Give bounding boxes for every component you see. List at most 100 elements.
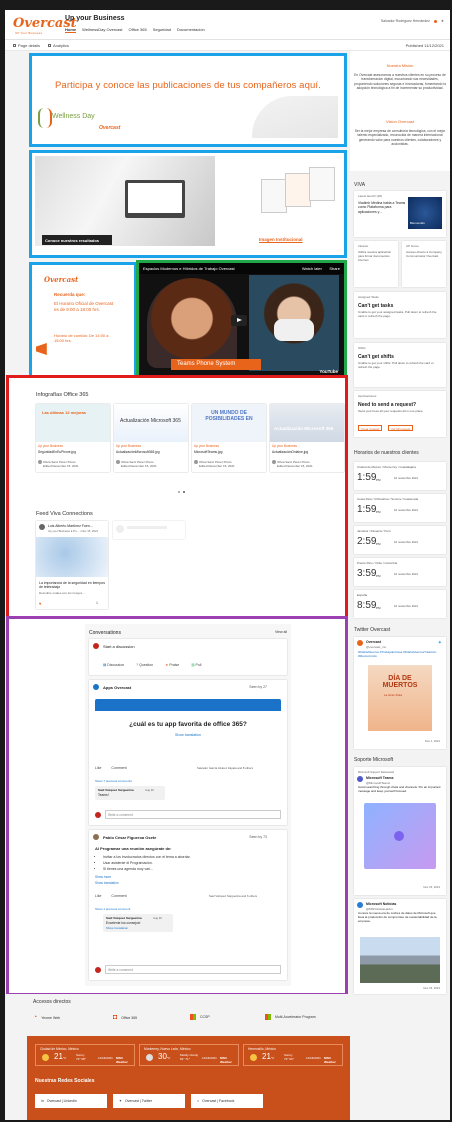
timezone-card: Puerto Rico / Chile / Colombia 3:59 PM 16 n… [354, 558, 446, 586]
linkedin-button[interactable]: in Overcast | LinkedIn [35, 1094, 107, 1108]
avatar [357, 640, 363, 646]
tweet-author[interactable]: Overcast [366, 640, 381, 644]
wellness-day-title: Wellness Day [52, 113, 95, 120]
schedule-logo: Overcast [44, 275, 79, 284]
video-title[interactable]: Espacios Modernos e Híbridos de Trabajo … [143, 266, 235, 271]
top-nav: Home WellnessDay Overcast Office 365 Seg… [65, 27, 205, 33]
facebook-icon: ⌂ [197, 1099, 200, 1103]
tasks-card[interactable]: Assigned Tasks Can't get tasks Unable to… [354, 292, 446, 338]
results-banner: Conoce nuestros resultados Imagen Instit… [32, 153, 344, 255]
watch-later-button[interactable]: Watch later [302, 266, 322, 271]
linkedin-icon: in [41, 1099, 44, 1103]
tweet-author[interactable]: Microsoft Noticias [366, 902, 396, 906]
twitter-icon: ✦ [119, 1099, 122, 1103]
twitter-icon: ✦ [437, 640, 442, 646]
viva-title: VIVA [354, 182, 366, 188]
play-icon[interactable] [231, 315, 247, 326]
card-desc: Send your boss all your requests all in … [358, 409, 424, 413]
brochure-page [309, 167, 335, 201]
highlight-frame-purple [6, 616, 348, 996]
shifts-card[interactable]: Shifts Can't get shifts Unable to get yo… [354, 343, 446, 387]
weather-date: 11/16/2021 [202, 1056, 217, 1060]
weather-card[interactable]: Monterrey, Nuevo León, México 30°C Mostl… [139, 1044, 239, 1066]
schedule-body: El Horario Oficial de Overcast es de 9:0… [54, 301, 114, 312]
social-title: Nuestras Redes Sociales [35, 1078, 95, 1084]
tweet-card[interactable]: Overcast @overcast_mx ✦ #DíaDeMuertos #T… [354, 637, 446, 749]
brochure-image[interactable] [257, 165, 335, 223]
viva-card-intranet[interactable]: Intranet Utiliza nuestra aplicación para… [354, 241, 398, 287]
wellness-banner[interactable]: Participa y conoce las publicaciones de … [32, 56, 344, 144]
viva-card-uphome[interactable]: UP Home Acceso directo a Company Communi… [402, 241, 446, 287]
header-user-area: Salvador Rodríguez Hernández ★ [381, 19, 444, 23]
quick-link[interactable]: ◔ Yeome Web [33, 1014, 60, 1021]
create-request-button[interactable]: Crear request [358, 425, 383, 431]
nav-office365[interactable]: Office 365 [129, 27, 147, 33]
my-requests-button[interactable]: Ver Mi request [388, 425, 414, 431]
quick-link[interactable]: ◘ Office 365 [113, 1014, 137, 1021]
mission-title: Nuestra Misión [386, 63, 414, 68]
weather-source: MSN Weather [324, 1056, 336, 1064]
star-icon[interactable]: ★ [441, 19, 444, 23]
laptop-screen [128, 183, 182, 213]
tweet-author[interactable]: Microsoft Teams [366, 776, 394, 780]
office-photo[interactable]: Conoce nuestros resultados [35, 156, 215, 246]
user-name[interactable]: Salvador Rodríguez Hernández [381, 19, 430, 23]
weather-city: Hermosillo, México [248, 1047, 276, 1051]
card-tag: Assigned Tasks [358, 295, 379, 299]
analytics-button[interactable]: Analytics [48, 43, 69, 48]
share-button[interactable]: Share [329, 266, 340, 271]
support-title: Soporte Microsoft [354, 757, 394, 763]
request-card[interactable]: Aprobaciones Need to send a request? Sen… [354, 391, 446, 437]
video-title-bar: Espacios Modernos e Híbridos de Trabajo … [139, 263, 344, 274]
nav-documentacion[interactable]: Documentación [177, 27, 205, 33]
mission-text: En Overcast asesoramos a nuestros client… [354, 73, 446, 91]
tweet-image-text: DÍA DE MUERTOS [382, 675, 418, 689]
mission-vision-card: Nuestra Misión En Overcast asesoramos a … [350, 51, 450, 171]
tweet-card[interactable]: Microsoft Support Retweeted Microsoft Te… [354, 767, 446, 895]
twitter-button[interactable]: ✦ Overcast | Twitter [113, 1094, 185, 1108]
weather-date: 11/16/2021 [306, 1056, 321, 1060]
quick-link[interactable]: CCSP [190, 1014, 210, 1020]
schedule-title: Recuerda que: [54, 292, 86, 297]
nav-seguridad[interactable]: Seguridad [153, 27, 171, 33]
youtube-video[interactable]: Espacios Modernos e Híbridos de Trabajo … [139, 263, 344, 377]
tweet-text: Conoce la nueva era de coches de datos d… [358, 911, 437, 923]
schedule-lunch: Horario de comida: De 14:00 a 15:00 hrs. [54, 333, 109, 343]
banner-decoration [252, 96, 338, 138]
weather-source: MSN Weather [116, 1056, 128, 1064]
tweet-image-sub: La Gran Ruta [384, 693, 403, 697]
nav-wellnessday[interactable]: WellnessDay Overcast [82, 27, 122, 33]
site-title[interactable]: Up your Business [65, 15, 125, 22]
card-tag: Shifts [358, 346, 366, 350]
weather-card[interactable]: Hermosillo, México 21°C Sunny 73° 60° 11/… [243, 1044, 343, 1066]
face-mask [274, 319, 314, 341]
wellness-brand: Overcast [99, 125, 121, 131]
schedule-banner[interactable]: Overcast Recuerda que: El Horario Oficia… [32, 265, 134, 375]
vision-title: Visión Overcast [386, 119, 414, 124]
nav-home[interactable]: Home [65, 27, 77, 33]
weather-social-section: Ciudad de México, México 21°C Sunny 73° 6… [27, 1036, 350, 1120]
microsoft-icon [190, 1014, 196, 1020]
viva-card-launch[interactable]: Latest launch (28) Vladimir Medina habla… [354, 191, 446, 237]
microsoft-icon [265, 1014, 271, 1020]
brochure-page [285, 173, 311, 207]
yeome-icon: ◔ [33, 1014, 38, 1021]
weather-card[interactable]: Ciudad de México, México 21°C Sunny 73° 6… [35, 1044, 135, 1066]
right-column: Nuestra Misión En Overcast asesoramos a … [350, 51, 450, 1120]
play-icon[interactable] [394, 831, 404, 841]
weather-source: MSN Weather [220, 1056, 232, 1064]
results-caption[interactable]: Conoce nuestros resultados [42, 235, 112, 245]
published-label: Published 11/12/2021 [405, 43, 444, 48]
quick-link[interactable]: Multi-Accelerator Program [265, 1014, 316, 1020]
tweet-card[interactable]: Microsoft Noticias @MSNoticiasLatAm Cono… [354, 899, 446, 994]
timezones-title: Horarios de nuestros clientes [354, 450, 419, 456]
card-desc: Unable to get your assigned tasks. Pull … [358, 310, 437, 318]
page-details-button[interactable]: Page details [13, 43, 40, 48]
institutional-image-link[interactable]: Imagen Institucional [259, 237, 303, 242]
tweet-text: #DíaDeMuertos #TrabajoEnCasa #DíaDeMuert… [358, 650, 437, 658]
video-person-1 [147, 278, 237, 368]
youtube-logo[interactable]: YouTube [319, 369, 338, 374]
people-icon [38, 108, 52, 128]
card-body: Acceso directo a Company Communicator Ov… [406, 250, 442, 258]
facebook-button[interactable]: ⌂ Overcast | Facebook [191, 1094, 263, 1108]
